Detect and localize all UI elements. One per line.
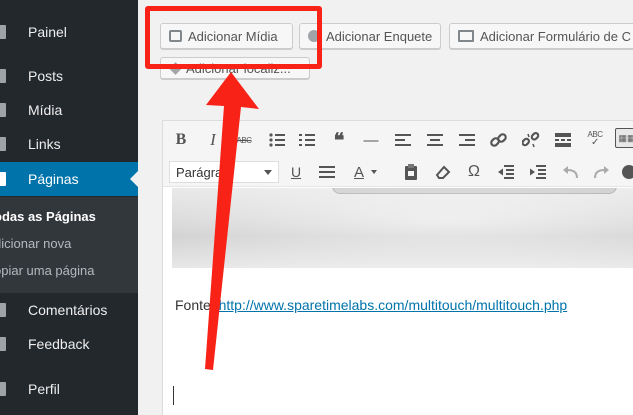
bold-button[interactable]: B	[173, 129, 189, 151]
menu-feedback[interactable]: Feedback	[0, 327, 138, 361]
bullet-list-button[interactable]	[267, 129, 287, 151]
submenu-add-new[interactable]: dicionar nova	[0, 236, 71, 251]
keyboard-icon	[622, 165, 633, 179]
link-icon	[490, 133, 507, 147]
align-left-button[interactable]	[393, 129, 413, 151]
read-more-icon	[555, 133, 571, 147]
spellcheck-button[interactable]: ABC ✓	[584, 127, 606, 149]
bullet-list-icon	[269, 133, 285, 147]
menu-links[interactable]: Links	[0, 127, 138, 161]
insert-link-button[interactable]	[489, 129, 509, 151]
blockquote-button[interactable]: ❝	[329, 129, 349, 152]
menu-label: Posts	[28, 68, 64, 84]
text-color-button[interactable]: A	[349, 161, 369, 183]
annotation-highlight-box	[145, 6, 322, 69]
menu-label: Mídia	[28, 102, 63, 118]
redo-icon	[594, 166, 609, 179]
outdent-button[interactable]	[496, 161, 516, 183]
numbered-list-icon	[299, 134, 315, 146]
dashboard-icon	[0, 25, 12, 39]
horizontal-line-button[interactable]: —	[361, 129, 381, 151]
help-button[interactable]	[621, 161, 633, 183]
menu-label: Comentários	[28, 302, 108, 318]
comments-icon	[0, 303, 12, 317]
source-label: Fonte:	[175, 297, 215, 313]
clear-formatting-button[interactable]	[433, 161, 453, 183]
undo-button[interactable]	[561, 161, 581, 183]
paste-as-text-button[interactable]	[401, 161, 421, 183]
checkmark-icon: ✓	[591, 136, 599, 148]
media-icon	[0, 103, 12, 117]
profile-icon	[0, 382, 12, 396]
format-select-value: Parágrafo	[176, 164, 234, 180]
image-shading	[172, 188, 633, 268]
source-link[interactable]: http://www.sparetimelabs.com/multitouch/…	[219, 297, 568, 313]
read-more-button[interactable]	[553, 129, 573, 151]
submenu-all-pages[interactable]: odas as Páginas	[0, 209, 96, 224]
menu-paginas[interactable]: Páginas	[0, 162, 138, 196]
justify-button[interactable]	[317, 161, 337, 183]
redo-button[interactable]	[591, 161, 611, 183]
feedback-icon	[0, 337, 12, 351]
pin-icon	[0, 69, 12, 83]
italic-button[interactable]: I	[205, 129, 221, 151]
strikethrough-button[interactable]: ABC	[233, 129, 255, 151]
form-icon	[458, 30, 474, 42]
chevron-down-icon	[371, 170, 377, 174]
pages-icon	[0, 172, 12, 186]
menu-label: Feedback	[28, 336, 90, 352]
align-center-icon	[427, 134, 443, 146]
remove-link-button[interactable]	[521, 129, 541, 151]
paragraph-format-select[interactable]: Parágrafo	[169, 161, 279, 183]
pages-submenu: odas as Páginas dicionar nova opiar uma …	[0, 197, 138, 293]
editor: B I ABC ❝ — ABC ✓ ▦▦ Parágrafo U A Ω Fon…	[162, 120, 633, 415]
source-line: Fonte: http://www.sparetimelabs.com/mult…	[175, 297, 567, 313]
menu-label: Links	[28, 136, 61, 152]
numbered-list-button[interactable]	[297, 129, 317, 151]
indent-button[interactable]	[528, 161, 548, 183]
align-center-button[interactable]	[425, 129, 445, 151]
embedded-image[interactable]	[172, 188, 633, 268]
menu-perfil[interactable]: Perfil	[0, 372, 138, 406]
text-color-dropdown[interactable]	[370, 168, 378, 176]
align-right-icon	[459, 134, 475, 146]
menu-painel[interactable]: Painel	[0, 15, 138, 49]
editor-toolbar-secondary: Parágrafo U A Ω	[163, 157, 633, 187]
keyboard-icon: ▦▦	[618, 132, 633, 143]
toolbar-toggle-button[interactable]: ▦▦	[615, 128, 633, 148]
admin-sidebar: Painel Posts Mídia Links Páginas odas as…	[0, 0, 138, 415]
clipboard-icon	[405, 164, 417, 180]
align-left-icon	[395, 134, 411, 146]
text-cursor	[173, 386, 174, 405]
menu-posts[interactable]: Posts	[0, 59, 138, 93]
current-menu-arrow-icon	[130, 171, 138, 187]
menu-label: Perfil	[28, 381, 60, 397]
add-form-label: Adicionar Formulário de C	[480, 28, 632, 44]
menu-label: Páginas	[28, 171, 79, 187]
add-poll-label: Adicionar Enquete	[326, 28, 433, 44]
undo-icon	[563, 166, 578, 179]
eraser-icon	[435, 165, 451, 179]
editor-toolbar-primary: B I ABC ❝ — ABC ✓ ▦▦	[163, 121, 633, 157]
menu-label: Painel	[28, 24, 67, 40]
align-right-button[interactable]	[457, 129, 477, 151]
underline-button[interactable]: U	[287, 161, 305, 183]
special-character-button[interactable]: Ω	[464, 161, 484, 183]
menu-comentarios[interactable]: Comentários	[0, 293, 138, 327]
links-icon	[0, 137, 12, 151]
submenu-copy-page[interactable]: opiar uma página	[0, 263, 94, 278]
add-form-button[interactable]: Adicionar Formulário de C	[449, 23, 633, 49]
menu-midia[interactable]: Mídia	[0, 93, 138, 127]
unlink-icon	[522, 132, 540, 148]
chevron-down-icon	[264, 170, 272, 175]
indent-icon	[530, 165, 546, 179]
justify-icon	[319, 166, 335, 178]
outdent-icon	[498, 165, 514, 179]
